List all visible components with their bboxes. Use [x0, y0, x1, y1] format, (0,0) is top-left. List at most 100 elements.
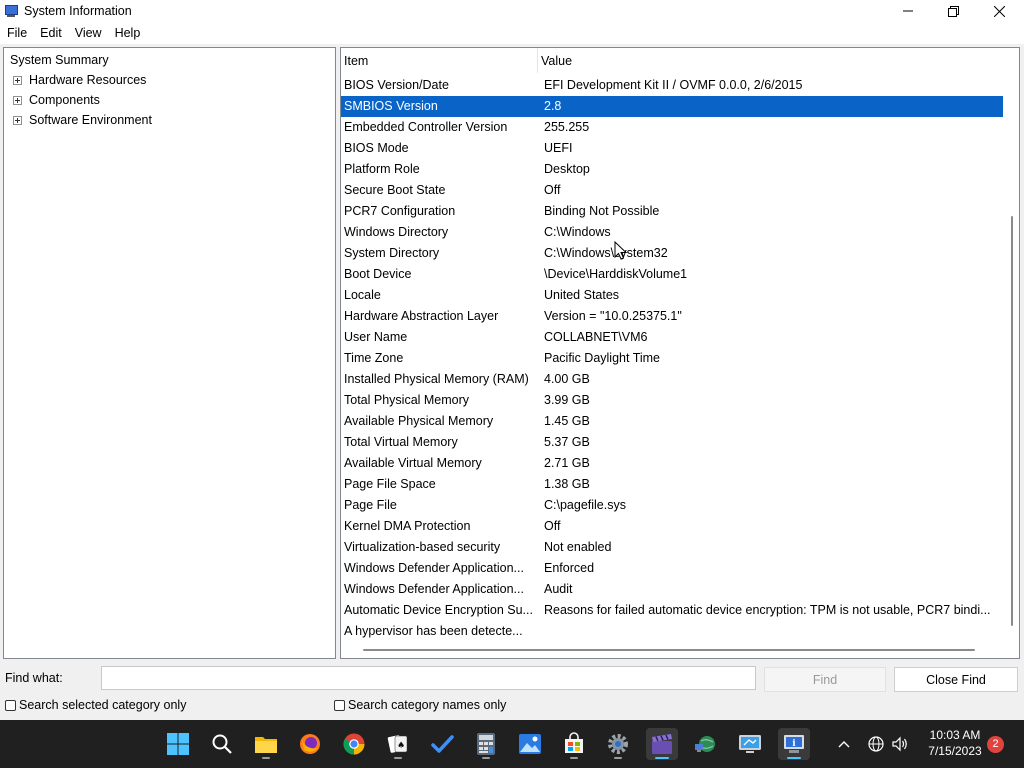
list-row[interactable]: Time Zone Pacific Daylight Time: [341, 348, 1003, 369]
list-row[interactable]: Windows Defender Application... Audit: [341, 579, 1003, 600]
list-row[interactable]: Secure Boot State Off: [341, 180, 1003, 201]
list-row[interactable]: Installed Physical Memory (RAM) 4.00 GB: [341, 369, 1003, 390]
horizontal-scrollbar[interactable]: [341, 644, 1005, 656]
notification-badge[interactable]: 2: [987, 736, 1004, 753]
search-category-names-checkbox[interactable]: Search category names only: [334, 698, 506, 712]
list-row[interactable]: Windows Directory C:\Windows: [341, 222, 1003, 243]
search-icon: [212, 734, 232, 754]
menu-view[interactable]: View: [68, 22, 108, 44]
taskbar-store[interactable]: [558, 728, 590, 760]
tree-item-label: System Summary: [10, 53, 109, 67]
menu-help[interactable]: Help: [108, 22, 147, 44]
list-row[interactable]: Hardware Abstraction Layer Version = "10.…: [341, 306, 1003, 327]
taskbar-solitaire[interactable]: ♠: [382, 728, 414, 760]
list-row[interactable]: Total Virtual Memory 5.37 GB: [341, 432, 1003, 453]
running-indicator: [787, 757, 801, 759]
tree-item-software-environment[interactable]: Software Environment: [4, 110, 324, 130]
list-cell-value: C:\Windows: [544, 225, 611, 239]
list-row[interactable]: Page File Space 1.38 GB: [341, 474, 1003, 495]
list-row[interactable]: User Name COLLABNET\VM6: [341, 327, 1003, 348]
list-cell-item: Locale: [344, 288, 381, 302]
checkbox-box[interactable]: [5, 699, 16, 711]
close-icon: [993, 5, 1005, 17]
close-button[interactable]: [976, 0, 1022, 22]
taskbar-calculator[interactable]: [470, 728, 502, 760]
restore-button[interactable]: [930, 0, 976, 22]
list-row[interactable]: Locale United States: [341, 285, 1003, 306]
taskbar-todo[interactable]: [426, 728, 458, 760]
list-cell-value: Off: [544, 183, 561, 197]
close-find-button[interactable]: Close Find: [894, 667, 1018, 692]
expand-icon[interactable]: [13, 116, 22, 125]
expand-icon[interactable]: [13, 96, 22, 105]
taskbar-photos[interactable]: [514, 728, 546, 760]
checkbox-box[interactable]: [334, 699, 345, 711]
tree-item-hardware-resources[interactable]: Hardware Resources: [4, 70, 324, 90]
search-selected-category-checkbox[interactable]: Search selected category only: [5, 698, 186, 712]
minimize-button[interactable]: [885, 0, 931, 22]
scrollbar-thumb[interactable]: [363, 649, 975, 651]
list-row[interactable]: BIOS Version/Date EFI Development Kit II …: [341, 75, 1003, 96]
category-tree[interactable]: System Summary Hardware Resources Compon…: [3, 47, 336, 659]
show-hidden-icons-button[interactable]: [834, 734, 854, 754]
column-header-item[interactable]: Item: [341, 48, 538, 73]
column-header-value[interactable]: Value: [538, 48, 1001, 73]
window-title: System Information: [24, 4, 132, 18]
list-row[interactable]: PCR7 Configuration Binding Not Possible: [341, 201, 1003, 222]
list-cell-value: EFI Development Kit II / OVMF 0.0.0, 2/6…: [544, 78, 803, 92]
mouse-cursor-icon: [614, 241, 628, 260]
network-globe-icon: [695, 736, 715, 752]
list-row[interactable]: Virtualization-based security Not enabled: [341, 537, 1003, 558]
list-row[interactable]: Kernel DMA Protection Off: [341, 516, 1003, 537]
tree-item-components[interactable]: Components: [4, 90, 324, 110]
volume-tray-button[interactable]: [890, 734, 910, 754]
tree-item-system-summary[interactable]: System Summary: [10, 50, 109, 70]
list-row[interactable]: Page File C:\pagefile.sys: [341, 495, 1003, 516]
list-cell-value: Pacific Daylight Time: [544, 351, 661, 365]
list-row[interactable]: SMBIOS Version 2.8: [341, 96, 1003, 117]
list-row[interactable]: Automatic Device Encryption Su... Reasons…: [341, 600, 1003, 621]
vertical-scrollbar[interactable]: [1007, 48, 1019, 638]
list-row[interactable]: Available Virtual Memory 2.71 GB: [341, 453, 1003, 474]
menu-file[interactable]: File: [0, 22, 33, 44]
details-list[interactable]: Item Value BIOS Version/Date EFI Developm…: [340, 47, 1020, 659]
taskbar-firefox[interactable]: [294, 728, 326, 760]
list-row[interactable]: Windows Defender Application... Enforced: [341, 558, 1003, 579]
list-row[interactable]: A hypervisor has been detecte...: [341, 621, 1003, 642]
list-cell-item: System Directory: [344, 246, 440, 260]
menu-edit[interactable]: Edit: [33, 22, 68, 44]
taskbar-chrome[interactable]: [338, 728, 370, 760]
list-cell-value: UEFI: [544, 141, 573, 155]
start-button[interactable]: [162, 728, 194, 760]
list-cell-item: Windows Defender Application...: [344, 561, 524, 575]
list-cell-item: Boot Device: [344, 267, 412, 281]
taskbar-settings[interactable]: [602, 728, 634, 760]
list-row[interactable]: Embedded Controller Version 255.255: [341, 117, 1003, 138]
list-row[interactable]: Platform Role Desktop: [341, 159, 1003, 180]
list-cell-item: Platform Role: [344, 162, 420, 176]
expand-icon[interactable]: [13, 76, 22, 85]
taskbar-file-explorer[interactable]: [250, 728, 282, 760]
taskbar-network-globe[interactable]: [690, 728, 722, 760]
list-cell-item: Page File Space: [344, 477, 436, 491]
find-button[interactable]: Find: [764, 667, 886, 692]
taskbar-system-information[interactable]: i: [778, 728, 810, 760]
list-cell-value: Desktop: [544, 162, 590, 176]
taskbar-clock[interactable]: 10:03 AM 7/15/2023: [918, 727, 992, 759]
list-row[interactable]: System Directory C:\Windows\system32: [341, 243, 1003, 264]
list-cell-value: 5.37 GB: [544, 435, 590, 449]
svg-text:i: i: [792, 739, 796, 749]
taskbar-remote-desktop[interactable]: [734, 728, 766, 760]
title-bar[interactable]: System Information: [0, 0, 1024, 22]
list-row[interactable]: BIOS Mode UEFI: [341, 138, 1003, 159]
find-what-input[interactable]: [101, 666, 756, 690]
scrollbar-thumb[interactable]: [1011, 216, 1013, 626]
clapper-icon: [652, 734, 672, 754]
network-tray-button[interactable]: [866, 734, 886, 754]
list-row[interactable]: Boot Device \Device\HarddiskVolume1: [341, 264, 1003, 285]
settings-icon: [608, 734, 628, 754]
list-row[interactable]: Total Physical Memory 3.99 GB: [341, 390, 1003, 411]
taskbar-clapper[interactable]: [646, 728, 678, 760]
taskbar-search-button[interactable]: [206, 728, 238, 760]
list-row[interactable]: Available Physical Memory 1.45 GB: [341, 411, 1003, 432]
